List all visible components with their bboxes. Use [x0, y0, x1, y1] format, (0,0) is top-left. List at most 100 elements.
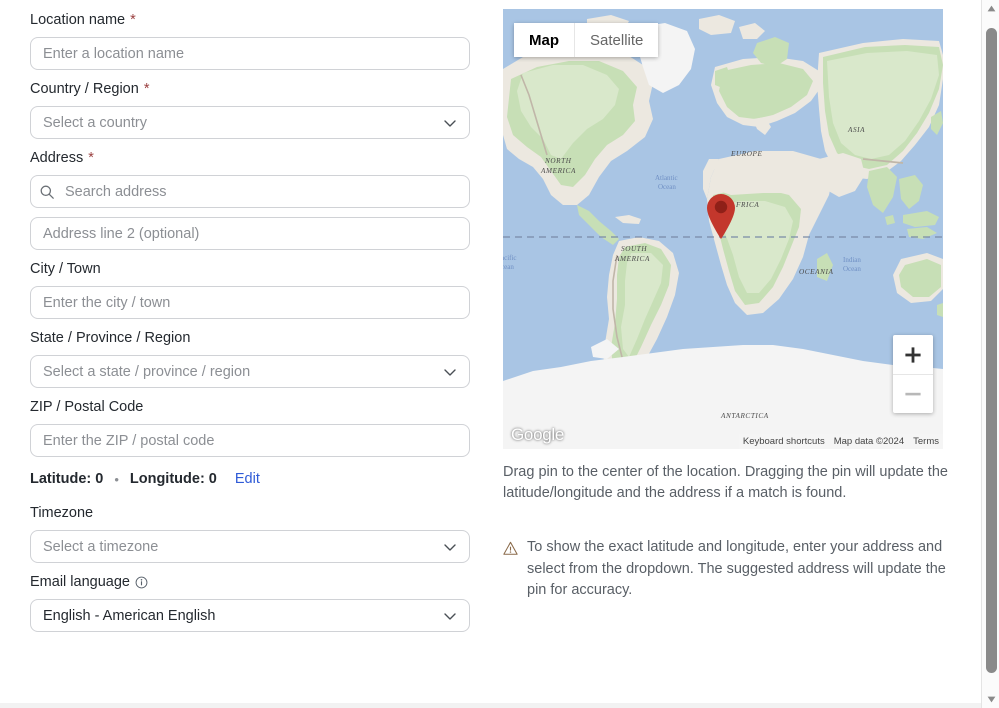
label-address: Address *: [30, 148, 470, 168]
label-text: State / Province / Region: [30, 330, 191, 346]
caret-up-icon: [987, 5, 995, 12]
scrollbar-thumb[interactable]: [986, 28, 997, 673]
chevron-down-icon: [444, 543, 456, 551]
map-label-antarctica: ANTARCTICA: [720, 412, 769, 420]
map-label-indian-2: Ocean: [843, 265, 861, 273]
field-zip-postal-code: ZIP / Postal Code Enter the ZIP / postal…: [30, 397, 470, 457]
minus-icon: [905, 392, 921, 396]
map-label-atlantic: Atlantic: [655, 174, 678, 182]
map-label-oceania: OCEANIA: [799, 268, 834, 276]
location-map[interactable]: .land { fill:#ece8e0; } .veg { fill:#c7d…: [503, 9, 943, 449]
timezone-select[interactable]: Select a timezone: [30, 530, 470, 563]
email-language-value: English - American English: [43, 607, 216, 624]
zoom-out-button[interactable]: [893, 374, 933, 413]
field-timezone: Timezone Select a timezone: [30, 503, 470, 563]
coordinate-separator: •: [114, 471, 119, 487]
world-map-graphic: .land { fill:#ece8e0; } .veg { fill:#c7d…: [503, 9, 943, 449]
zoom-in-button[interactable]: [893, 335, 933, 374]
map-label-indian: Indian: [843, 256, 861, 264]
label-text: City / Town: [30, 261, 101, 277]
map-label-europe: EUROPE: [730, 150, 763, 158]
search-icon: [40, 185, 54, 199]
field-state-province-region: State / Province / Region Select a state…: [30, 328, 470, 388]
email-language-select[interactable]: English - American English: [30, 599, 470, 632]
map-label-north-america: NORTH: [544, 157, 572, 165]
label-text: Address: [30, 150, 84, 166]
field-location-name: Location name * Enter a location name: [30, 10, 470, 70]
location-name-input[interactable]: Enter a location name: [30, 37, 470, 70]
map-type-control: Map Satellite: [514, 23, 659, 57]
coordinates-warning: To show the exact latitude and longitude…: [503, 537, 958, 602]
map-type-map-button[interactable]: Map: [514, 23, 574, 57]
map-label-atlantic-2: Ocean: [658, 183, 676, 191]
city-town-input[interactable]: Enter the city / town: [30, 286, 470, 319]
chevron-down-icon: [444, 612, 456, 620]
country-region-select[interactable]: Select a country: [30, 106, 470, 139]
edit-coordinates-link[interactable]: Edit: [235, 471, 260, 487]
google-watermark: Google: [511, 425, 565, 444]
zip-postal-code-input[interactable]: Enter the ZIP / postal code: [30, 424, 470, 457]
country-region-placeholder: Select a country: [43, 114, 147, 131]
info-circle-icon[interactable]: [135, 576, 148, 589]
label-text: Location name: [30, 12, 126, 28]
map-label-pacific-2: cean: [503, 263, 514, 271]
label-text: Email language: [30, 574, 130, 590]
chevron-down-icon: [444, 119, 456, 127]
map-label-africa: FRICA: [735, 201, 759, 209]
city-town-placeholder: Enter the city / town: [43, 294, 171, 311]
zip-placeholder: Enter the ZIP / postal code: [43, 432, 215, 449]
label-timezone: Timezone: [30, 503, 470, 523]
page-bottom-strip: [0, 703, 981, 708]
map-panel: .land { fill:#ece8e0; } .veg { fill:#c7d…: [503, 0, 963, 708]
map-label-pacific: acific: [503, 254, 517, 262]
required-marker: *: [143, 81, 150, 97]
map-label-north-america-2: AMERICA: [540, 167, 576, 175]
address-line-2-input[interactable]: Address line 2 (optional): [30, 217, 470, 250]
label-state-province-region: State / Province / Region: [30, 328, 470, 348]
map-attribution-bar: Keyboard shortcuts Map data ©2024 Terms: [738, 434, 943, 449]
location-settings-page: Location name * Enter a location name Co…: [0, 0, 999, 708]
required-marker: *: [88, 150, 94, 166]
longitude-value: Longitude: 0: [129, 471, 217, 487]
field-city-town: City / Town Enter the city / town: [30, 259, 470, 319]
label-email-language: Email language: [30, 572, 470, 592]
page-scrollbar[interactable]: [981, 0, 999, 708]
map-label-asia: ASIA: [847, 126, 865, 134]
field-email-language: Email language English - American Englis…: [30, 572, 470, 632]
keyboard-shortcuts-link[interactable]: Keyboard shortcuts: [743, 436, 825, 447]
caret-down-icon: [987, 696, 995, 703]
scroll-down-button[interactable]: [982, 691, 999, 708]
map-label-south-america: SOUTH: [621, 245, 647, 253]
warning-triangle-icon: [503, 541, 518, 555]
drag-pin-help-text: Drag pin to the center of the location. …: [503, 464, 948, 501]
coordinates-warning-text: To show the exact latitude and longitude…: [527, 539, 946, 598]
state-province-region-select[interactable]: Select a state / province / region: [30, 355, 470, 388]
chevron-down-icon: [444, 368, 456, 376]
field-address: Address * Search address Address line 2 …: [30, 148, 470, 250]
location-form: Location name * Enter a location name Co…: [0, 0, 490, 708]
label-text: Country / Region: [30, 81, 139, 97]
map-label-south-america-2: AMERICA: [614, 255, 650, 263]
location-name-placeholder: Enter a location name: [43, 45, 185, 62]
address-placeholder: Search address: [65, 183, 167, 200]
required-marker: *: [130, 12, 136, 28]
map-type-satellite-button[interactable]: Satellite: [574, 23, 659, 57]
scroll-up-button[interactable]: [982, 0, 999, 17]
address-line-2-placeholder: Address line 2 (optional): [43, 225, 200, 242]
coordinates-row: Latitude: 0 • Longitude: 0 Edit: [30, 471, 470, 487]
address-search-input[interactable]: Search address: [30, 175, 470, 208]
map-data-copyright: Map data ©2024: [833, 436, 905, 447]
state-placeholder: Select a state / province / region: [43, 363, 251, 380]
terms-link[interactable]: Terms: [913, 436, 939, 447]
label-zip-postal-code: ZIP / Postal Code: [30, 397, 470, 417]
latitude-value: Latitude: 0: [30, 471, 104, 487]
map-zoom-control: [893, 335, 933, 413]
field-country-region: Country / Region * Select a country: [30, 79, 470, 139]
timezone-placeholder: Select a timezone: [43, 538, 159, 555]
label-location-name: Location name *: [30, 10, 470, 30]
label-text: ZIP / Postal Code: [30, 399, 144, 415]
label-country-region: Country / Region *: [30, 79, 470, 99]
label-city-town: City / Town: [30, 259, 470, 279]
label-text: Timezone: [30, 505, 94, 521]
plus-icon: [905, 346, 921, 363]
